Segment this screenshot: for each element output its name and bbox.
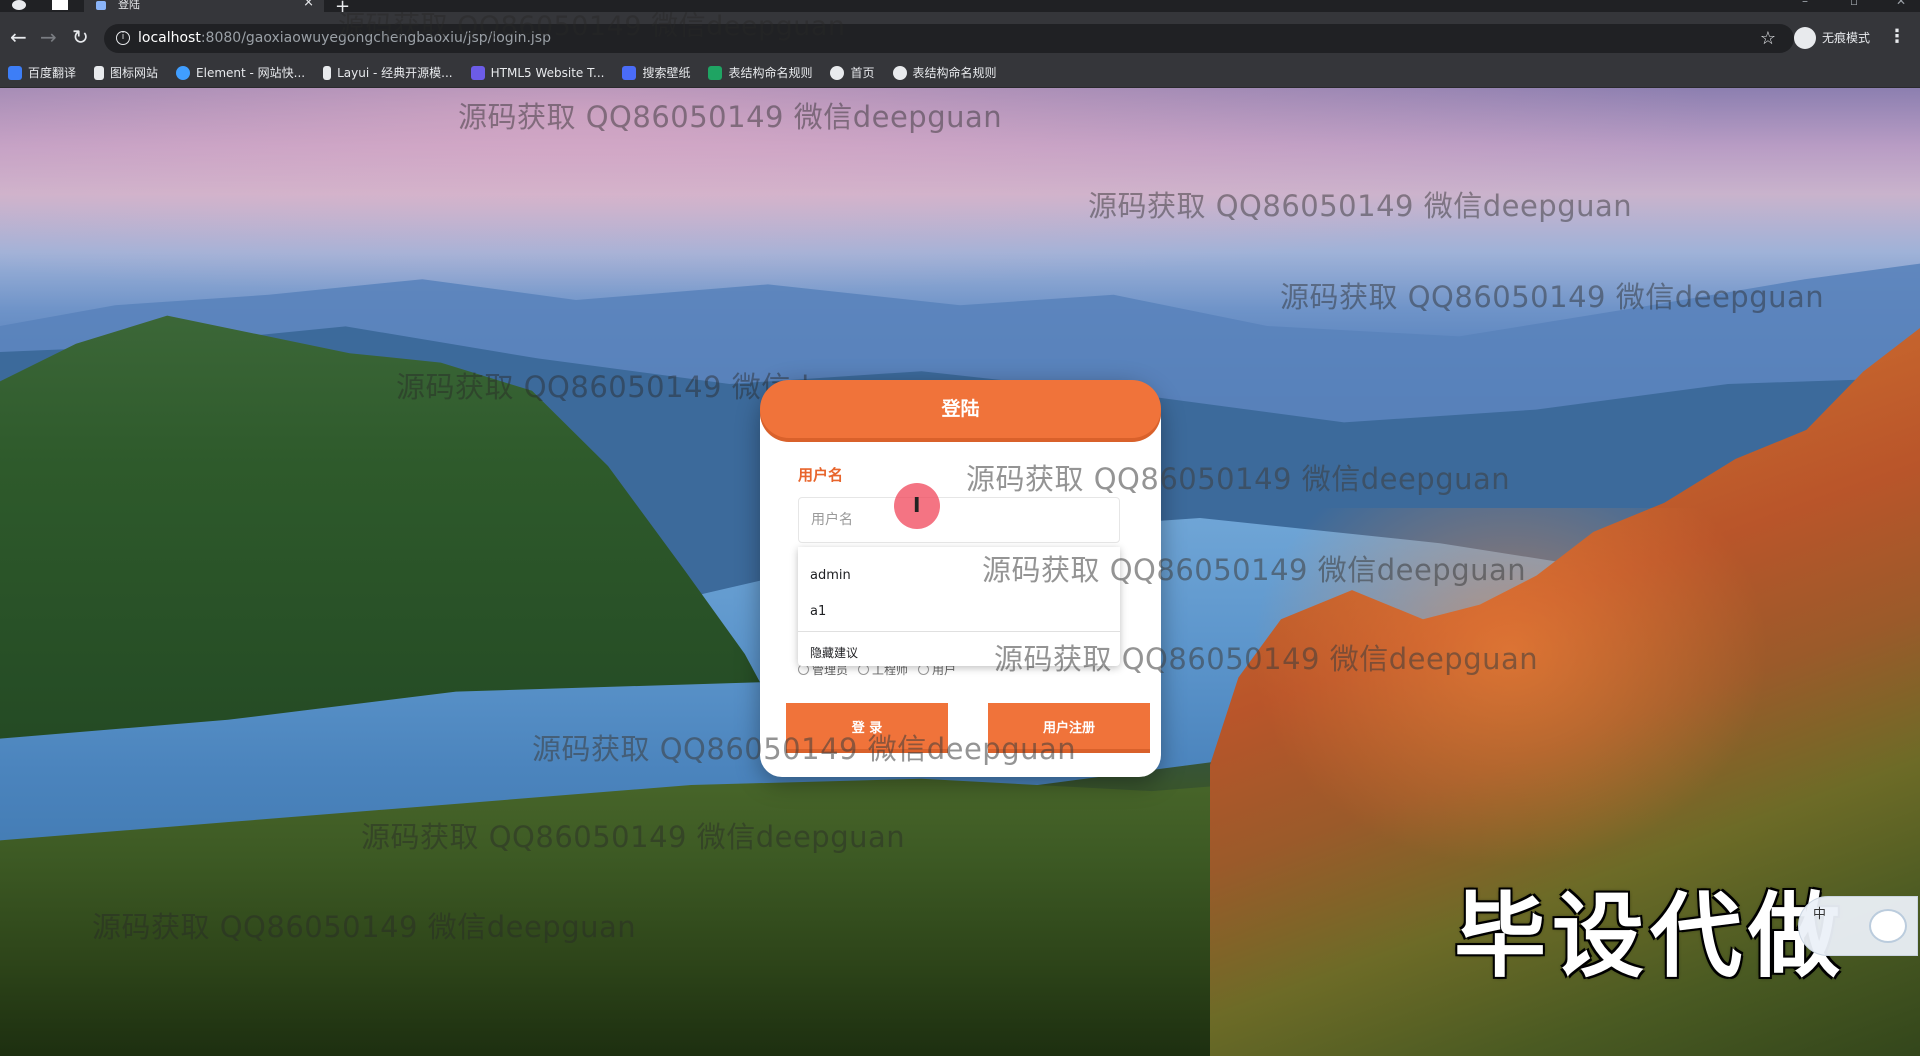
baidu-translate-icon — [8, 65, 22, 80]
bookmark-item[interactable]: 图标网站 — [94, 64, 158, 81]
hide-suggestions-link[interactable]: 隐藏建议 — [810, 644, 858, 661]
reload-icon[interactable]: ↻ — [72, 24, 89, 50]
autocomplete-dropdown: admin a1 隐藏建议 — [798, 547, 1120, 666]
bookmark-item[interactable]: 表结构命名规则 — [892, 64, 997, 81]
bookmark-label: 表结构命名规则 — [728, 66, 813, 80]
username-label: 用户名 — [798, 466, 844, 484]
element-icon — [176, 65, 191, 80]
bookmark-label: 图标网站 — [110, 66, 159, 80]
suggestion-item[interactable]: a1 — [810, 604, 826, 619]
incognito-indicator[interactable]: 无痕模式 — [1794, 26, 1870, 50]
bookmark-label: 表结构命名规则 — [912, 66, 997, 80]
bookmark-item[interactable]: Layui - 经典开源模... — [323, 64, 453, 81]
layui-icon — [323, 65, 332, 80]
bookmark-item[interactable]: 百度翻译 — [8, 64, 76, 81]
bookmark-item[interactable]: 搜索壁纸 — [622, 64, 690, 81]
globe-icon — [892, 65, 907, 80]
browser-tabstrip: 登陆 × + – ▫ ✕ — [0, 0, 1920, 17]
bookmark-label: 首页 — [850, 66, 875, 80]
incognito-icon — [1794, 27, 1816, 49]
promo-stamp: 毕设代做 — [1454, 883, 1847, 990]
username-input[interactable] — [798, 497, 1120, 543]
tab-title: 登陆 — [118, 0, 140, 11]
bookmark-star-icon[interactable]: ☆ — [1760, 24, 1776, 53]
suggestion-divider — [798, 631, 1120, 632]
bookmark-label: Layui - 经典开源模... — [337, 66, 453, 80]
text-cursor-icon: I — [913, 493, 921, 517]
bookmark-label: 搜索壁纸 — [642, 66, 691, 80]
wallpaper-icon — [622, 65, 637, 80]
bookmark-label: 百度翻译 — [28, 66, 77, 80]
tab-favicon-icon — [96, 1, 106, 10]
bookmark-label: HTML5 Website T... — [490, 65, 605, 80]
bookmark-item[interactable]: 首页 — [830, 64, 875, 81]
back-arrow-icon[interactable]: ← — [10, 24, 27, 50]
browser-toolbar: ← → ↻ i localhost:8080/gaoxiaowuyegongch… — [0, 12, 1920, 64]
maximize-icon[interactable]: ▫ — [1850, 0, 1858, 8]
bookmark-item[interactable]: 表结构命名规则 — [708, 64, 812, 81]
window-close-icon[interactable]: ✕ — [1896, 0, 1906, 8]
address-bar[interactable]: i localhost:8080/gaoxiaowuyegongchengbao… — [104, 24, 1794, 53]
globe-icon — [830, 65, 845, 80]
url-host: localhost — [138, 30, 201, 46]
bookmark-item[interactable]: HTML5 Website T... — [470, 65, 605, 80]
site-info-icon[interactable]: i — [116, 31, 130, 45]
html5-icon — [470, 65, 485, 80]
sheet-icon — [708, 65, 723, 80]
suggestion-item[interactable]: admin — [810, 568, 851, 583]
register-button[interactable]: 用户注册 — [988, 703, 1150, 749]
bookmarks-bar: 百度翻译 图标网站 Element - 网站快... Layui - 经典开源模… — [0, 58, 1920, 88]
login-title: 登陆 — [760, 380, 1161, 438]
window-icon — [52, 0, 68, 10]
browser-logo-icon — [12, 0, 26, 10]
ime-mascot-icon — [1869, 909, 1907, 943]
minimize-icon[interactable]: – — [1802, 0, 1808, 8]
login-card: 登陆 用户名 管理员 工程师 用户 admin a1 隐藏建议 登 录 用户注册 — [760, 380, 1161, 777]
url-path: :8080/gaoxiaowuyegongchengbaoxiu/jsp/log… — [200, 30, 551, 46]
forward-arrow-icon[interactable]: → — [40, 24, 57, 50]
ime-widget[interactable]: 中 — [1798, 896, 1918, 956]
bookmark-item[interactable]: Element - 网站快... — [176, 64, 305, 81]
browser-tab-active[interactable]: 登陆 × — [84, 0, 324, 12]
cliff-glow — [1250, 508, 1770, 868]
sky-glow — [0, 88, 1920, 328]
incognito-label: 无痕模式 — [1822, 31, 1871, 45]
tab-close-icon[interactable]: × — [303, 0, 314, 9]
ime-label: 中 — [1813, 907, 1827, 922]
login-button[interactable]: 登 录 — [786, 703, 948, 749]
flag-icon — [94, 65, 105, 80]
bookmark-label: Element - 网站快... — [196, 66, 306, 80]
browser-menu-icon[interactable]: ⋮ — [1888, 26, 1906, 47]
